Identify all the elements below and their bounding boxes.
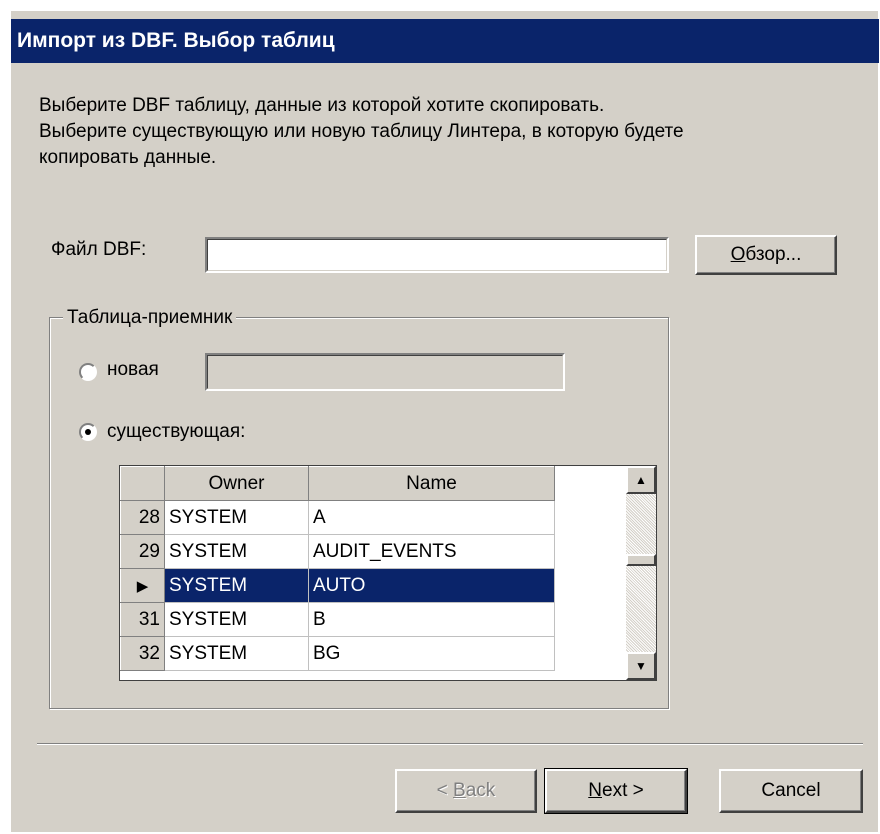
- next-button[interactable]: Next >: [544, 768, 688, 814]
- column-header-name[interactable]: Name: [308, 466, 555, 501]
- row-indicator: 29: [120, 534, 165, 569]
- next-label: ext >: [602, 780, 644, 801]
- vertical-scrollbar[interactable]: ▲ ▼: [626, 466, 656, 680]
- name-cell[interactable]: BG: [308, 636, 555, 671]
- back-label: ack: [465, 780, 496, 801]
- browse-label: бзор...: [745, 244, 802, 265]
- existing-table-label[interactable]: существующая:: [107, 421, 245, 443]
- table-row[interactable]: 29 SYSTEM AUDIT_EVENTS: [120, 534, 555, 569]
- name-cell[interactable]: A: [308, 500, 555, 535]
- table-row[interactable]: 28 SYSTEM A: [120, 500, 555, 535]
- instructions-line-1: Выберите DBF таблицу, данные из которой …: [39, 95, 605, 116]
- name-cell[interactable]: B: [308, 602, 555, 637]
- table-row[interactable]: 31 SYSTEM B: [120, 602, 555, 637]
- radio-selected-dot: [85, 429, 91, 435]
- target-table-group-label: Таблица-приемник: [63, 307, 237, 329]
- name-cell[interactable]: AUTO: [308, 568, 555, 603]
- instructions-line-3: копировать данные.: [39, 147, 217, 168]
- row-indicator: 31: [120, 602, 165, 637]
- new-table-name-input: [205, 353, 565, 391]
- table-row-selected[interactable]: ▶ SYSTEM AUTO: [120, 568, 555, 603]
- back-accel: B: [453, 780, 466, 801]
- name-cell[interactable]: AUDIT_EVENTS: [308, 534, 555, 569]
- existing-table-radio[interactable]: [79, 423, 97, 441]
- scroll-thumb[interactable]: [626, 554, 656, 566]
- arrow-down-icon: ▼: [635, 659, 647, 673]
- wizard-dialog: Импорт из DBF. Выбор таблиц Выберите DBF…: [10, 10, 879, 832]
- row-indicator: 32: [120, 636, 165, 671]
- back-prefix: <: [436, 780, 454, 801]
- dbf-file-label: Файл DBF:: [51, 239, 147, 260]
- back-button[interactable]: < Back: [395, 769, 537, 813]
- column-header-owner[interactable]: Owner: [164, 466, 309, 501]
- table-row[interactable]: 32 SYSTEM BG: [120, 636, 555, 671]
- owner-cell[interactable]: SYSTEM: [164, 568, 309, 603]
- dialog-title: Импорт из DBF. Выбор таблиц: [11, 19, 879, 63]
- scroll-down-button[interactable]: ▼: [626, 652, 656, 680]
- arrow-up-icon: ▲: [635, 473, 647, 487]
- current-row-arrow-icon: ▶: [120, 568, 165, 603]
- instructions-text: Выберите DBF таблицу, данные из которой …: [39, 93, 839, 171]
- row-indicator: 28: [120, 500, 165, 535]
- owner-cell[interactable]: SYSTEM: [164, 500, 309, 535]
- new-table-radio[interactable]: [79, 363, 97, 381]
- instructions-line-2: Выберите существующую или новую таблицу …: [39, 121, 684, 142]
- next-accel: N: [588, 780, 602, 801]
- scroll-up-button[interactable]: ▲: [626, 466, 656, 494]
- browse-accel: О: [730, 244, 746, 265]
- dbf-file-input[interactable]: [205, 237, 669, 273]
- browse-button[interactable]: Обзор...: [695, 235, 837, 275]
- owner-cell[interactable]: SYSTEM: [164, 534, 309, 569]
- tables-grid[interactable]: Owner Name 28 SYSTEM A 29 SYSTEM AUDIT_E…: [119, 465, 657, 681]
- grid-corner-header: [120, 466, 165, 501]
- divider: [37, 743, 863, 745]
- new-table-label[interactable]: новая: [107, 359, 159, 381]
- owner-cell[interactable]: SYSTEM: [164, 636, 309, 671]
- owner-cell[interactable]: SYSTEM: [164, 602, 309, 637]
- tables-grid-table: Owner Name 28 SYSTEM A 29 SYSTEM AUDIT_E…: [120, 466, 555, 671]
- cancel-button[interactable]: Cancel: [719, 769, 863, 813]
